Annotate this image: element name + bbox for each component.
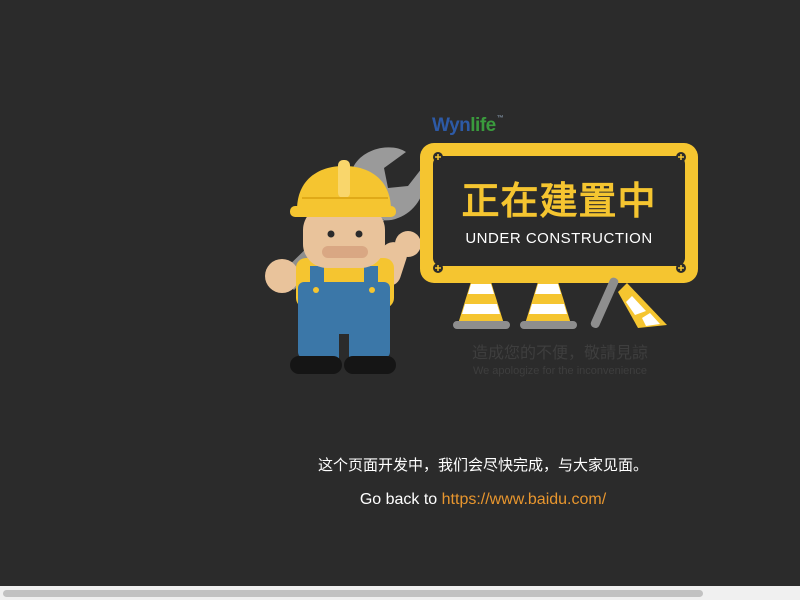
apology-english-text: We apologize for the inconvenience xyxy=(472,365,648,377)
construction-message: 这个页面开发中，我们会尽快完成，与大家见面。 xyxy=(317,456,648,474)
brand-logo-main: Wyn xyxy=(432,115,471,136)
sign-subtitle: UNDER CONSTRUCTION xyxy=(465,230,653,247)
traffic-cone-icon xyxy=(590,277,667,329)
go-back-link[interactable]: https://www.baidu.com/ xyxy=(442,491,607,508)
brand-logo-accent: life xyxy=(470,115,496,136)
brand-logo: Wynlife™ xyxy=(432,115,504,137)
brand-logo-mark: ™ xyxy=(496,115,504,122)
screw-icon xyxy=(433,263,443,273)
go-back-line: Go back to https://www.baidu.com/ xyxy=(200,490,766,510)
sign-title: 正在建置中 xyxy=(461,179,657,223)
horizontal-scrollbar-thumb[interactable] xyxy=(3,590,703,597)
screw-icon xyxy=(676,152,686,162)
screw-icon xyxy=(433,152,443,162)
apology-chinese-text: 造成您的不便，敬請見諒 xyxy=(471,343,648,362)
under-construction-page: Wynlife™ 正在建置中 UNDER CONSTRUCTION 造成您的不便… xyxy=(0,0,800,600)
go-back-prefix: Go back to xyxy=(359,491,438,508)
screw-icon xyxy=(676,263,686,273)
